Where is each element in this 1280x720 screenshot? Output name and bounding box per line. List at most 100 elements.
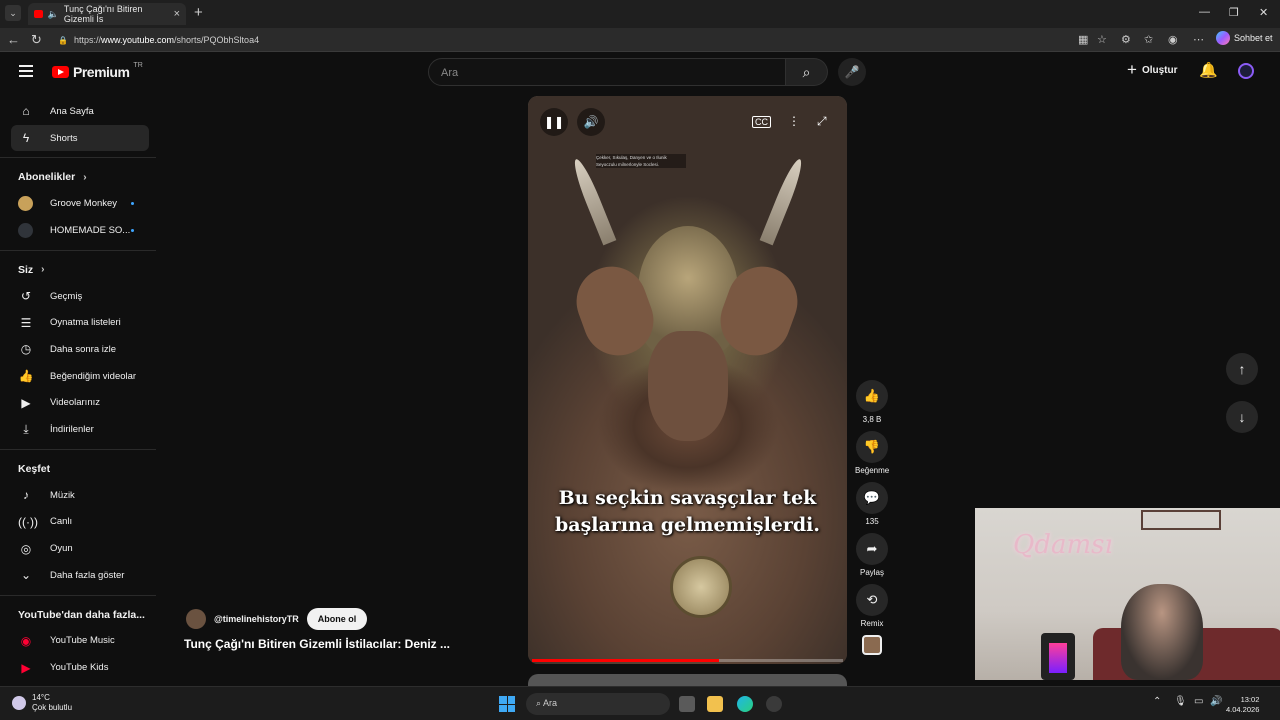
create-button[interactable]: + Oluştur <box>1127 61 1178 78</box>
video-progress-bar[interactable] <box>532 659 843 662</box>
taskbar: 14°C Çok bulutlu ⌕ Ara ⌃ 🎙 ▭ 🔊 13:02 4.04… <box>0 686 1280 720</box>
tab-actions-menu-icon[interactable]: ⌄ <box>5 5 21 21</box>
like-action[interactable]: 👍 3,8 B <box>855 380 889 424</box>
sidebar-item-show-more[interactable]: ⌄ Daha fazla göster <box>0 562 160 589</box>
thumbs-up-icon: 👍 <box>18 369 34 384</box>
sidebar-item-homemade[interactable]: HOMEMADE SO... <box>0 217 160 244</box>
search-icon: ⌕ <box>802 64 811 80</box>
sidebar-item-shorts[interactable]: ϟ Shorts <box>11 124 149 152</box>
new-tab-button[interactable]: + <box>194 4 203 21</box>
back-icon[interactable]: ← <box>7 32 20 47</box>
you-header[interactable]: Siz › <box>0 257 160 283</box>
sidebar-item-watch-later[interactable]: ◷ Daha sonra izle <box>0 336 160 363</box>
channel-name[interactable]: @timelinehistoryTR <box>214 614 299 624</box>
notifications-bell-icon[interactable]: 🔔 <box>1199 61 1218 79</box>
remix-action[interactable]: ⟲ Remix <box>855 584 889 628</box>
youtube-music-icon: ◉ <box>20 633 32 648</box>
more-options-icon[interactable]: ⋯ <box>1193 33 1204 46</box>
video-icon: ▶ <box>21 395 31 410</box>
search-input[interactable]: Ara <box>428 58 786 86</box>
extensions-icon[interactable]: ⚙ <box>1121 33 1131 46</box>
pause-button[interactable]: ❚❚ <box>540 108 568 136</box>
copilot-icon <box>1216 31 1230 45</box>
speaker-icon: 🔈 <box>47 8 59 19</box>
address-bar[interactable]: 🔒 https://www.youtube.com/shorts/PQObhSl… <box>52 31 1092 49</box>
explore-header: Keşfet <box>18 462 51 475</box>
favorites-icon[interactable]: ✩ <box>1144 33 1153 46</box>
weather-widget[interactable]: 14°C Çok bulutlu <box>12 693 72 713</box>
sidebar-item-gaming[interactable]: ◎ Oyun <box>0 535 160 562</box>
sidebar-item-music[interactable]: ♪ Müzik <box>0 482 160 509</box>
voice-search-button[interactable]: 🎤 <box>838 58 866 86</box>
task-view-icon[interactable] <box>679 696 695 712</box>
sidebar-item-groove-monkey[interactable]: Groove Monkey <box>0 190 160 217</box>
dislike-action[interactable]: 👎 Beğenme <box>855 431 889 475</box>
mic-tray-icon[interactable]: 🎙 <box>1174 696 1187 707</box>
shorts-video-player[interactable]: Çekker, Sıkulaş, Danyen ve o Ilunik Seyo… <box>528 96 847 664</box>
sidebar-item-youtube-kids[interactable]: ▶ YouTube Kids <box>0 654 160 681</box>
divider <box>0 594 156 596</box>
profile-icon[interactable]: ◉ <box>1168 33 1178 46</box>
restore-icon[interactable]: ❐ <box>1229 6 1239 19</box>
sidebar-item-liked-videos[interactable]: 👍 Beğendiğim videolar <box>0 363 160 390</box>
logo-text: Premium <box>73 64 130 80</box>
share-action[interactable]: ➦ Paylaş <box>855 533 889 577</box>
subscribe-button[interactable]: Abone ol <box>306 608 368 630</box>
comments-action[interactable]: 💬 135 <box>855 482 889 526</box>
volume-button[interactable]: 🔊 <box>577 108 605 136</box>
divider <box>0 249 156 251</box>
next-short-button[interactable]: ↓ <box>1226 401 1258 433</box>
account-avatar[interactable] <box>1238 63 1254 79</box>
refresh-icon[interactable]: ↻ <box>31 32 42 48</box>
taskbar-search[interactable]: ⌕ Ara <box>526 693 670 715</box>
close-window-icon[interactable]: ✕ <box>1259 6 1268 19</box>
menu-hamburger-icon[interactable] <box>19 65 33 77</box>
create-label: Oluştur <box>1141 64 1178 76</box>
sidebar-item-youtube-music[interactable]: ◉ YouTube Music <box>0 628 160 655</box>
fullscreen-icon[interactable]: ⤢ <box>817 114 827 129</box>
close-tab-icon[interactable]: × <box>174 8 180 20</box>
sidebar-item-home[interactable]: ⌂ Ana Sayfa <box>0 98 160 125</box>
sidebar-item-downloads[interactable]: ⤓ İndirilenler <box>0 416 160 443</box>
favorite-star-icon[interactable]: ☆ <box>1097 33 1107 46</box>
youtube-play-icon <box>52 66 69 78</box>
show-hidden-icons-icon[interactable]: ⌃ <box>1153 696 1161 707</box>
lock-icon: 🔒 <box>58 35 68 45</box>
captions-cc-icon[interactable]: CC <box>752 116 771 128</box>
sidebar-item-live[interactable]: ((·)) Canlı <box>0 509 160 536</box>
chevron-right-icon: › <box>41 264 45 276</box>
file-explorer-icon[interactable] <box>707 696 723 712</box>
youtube-premium-logo[interactable]: Premium TR <box>52 62 143 80</box>
next-short-preview[interactable] <box>528 674 847 686</box>
settings-app-icon[interactable] <box>766 696 782 712</box>
arrow-up-icon: ↑ <box>1238 361 1246 377</box>
sidebar-item-playlists[interactable]: ☰ Oynatma listeleri <box>0 309 160 336</box>
subscriptions-header[interactable]: Abonelikler › <box>0 164 160 190</box>
previous-short-button[interactable]: ↑ <box>1226 353 1258 385</box>
divider <box>0 157 156 159</box>
speaker-tray-icon[interactable]: 🔊 <box>1210 696 1222 707</box>
sound-thumbnail[interactable] <box>862 635 882 655</box>
search-button[interactable]: ⌕ <box>786 58 828 86</box>
short-title[interactable]: Tunç Çağı'nı Bitiren Gizemli İstilacılar… <box>184 637 450 651</box>
copilot-button[interactable]: Sohbet et <box>1216 31 1273 45</box>
sidebar-item-history[interactable]: ↺ Geçmiş <box>0 283 160 310</box>
app-available-icon[interactable]: ▦ <box>1078 33 1088 46</box>
channel-avatar <box>18 196 33 212</box>
home-icon: ⌂ <box>22 104 30 119</box>
channel-avatar <box>18 222 33 238</box>
divider <box>0 448 156 450</box>
remix-icon: ⟲ <box>856 584 888 616</box>
clock[interactable]: 13:02 4.04.2026 <box>1226 695 1259 715</box>
copilot-label: Sohbet et <box>1234 33 1273 43</box>
streamer <box>1121 584 1203 680</box>
sidebar-item-your-videos[interactable]: ▶ Videolarınız <box>0 390 160 417</box>
minimize-icon[interactable]: — <box>1199 6 1210 18</box>
channel-avatar[interactable] <box>186 609 206 629</box>
browser-tab-active[interactable]: 🔈 Tunç Çağı'nı Bitiren Gizemli İs × <box>28 3 186 25</box>
windows-start-icon[interactable] <box>499 696 515 712</box>
more-vert-icon[interactable]: ⋮ <box>788 114 800 128</box>
new-content-dot <box>131 228 134 232</box>
edge-browser-icon[interactable] <box>737 696 753 712</box>
network-icon[interactable]: ▭ <box>1194 696 1203 707</box>
